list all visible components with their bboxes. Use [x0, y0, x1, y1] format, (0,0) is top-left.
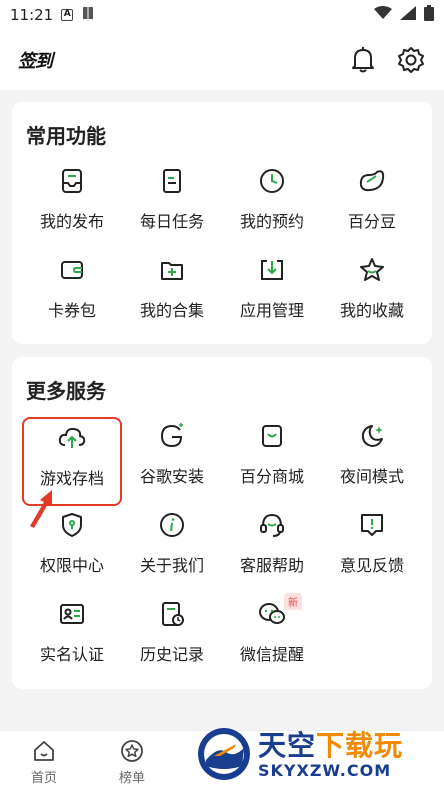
bean-item[interactable]: 百分豆 [322, 162, 422, 251]
app-management-item[interactable]: 应用管理 [222, 251, 322, 340]
info-icon [157, 510, 187, 540]
nav-rank-label: 榜单 [118, 771, 145, 786]
wechat-icon [257, 599, 287, 629]
document-icon [157, 166, 187, 196]
nav-home-label: 首页 [30, 771, 57, 786]
new-badge: 新 [284, 593, 302, 610]
percent-mall-label: 百分商城 [239, 467, 304, 486]
my-favorites-label: 我的收藏 [339, 301, 404, 320]
common-functions-title: 常用功能 [26, 124, 106, 148]
google-install-item[interactable]: 谷歌安装 [122, 417, 222, 506]
nav-rank[interactable]: 榜单 [88, 731, 176, 789]
wifi-icon [374, 6, 392, 24]
customer-service-item[interactable]: 客服帮助 [222, 506, 322, 595]
common-functions-grid: 我的发布 每日任务 我的预约 百分豆 卡券包 我的合集 应用管理 我的收藏 [12, 162, 432, 340]
shopping-bag-icon [257, 421, 287, 451]
feedback-label: 意见反馈 [339, 556, 404, 575]
about-us-item[interactable]: 关于我们 [122, 506, 222, 595]
coupon-wallet-label: 卡券包 [47, 301, 96, 320]
bean-icon [357, 166, 387, 196]
wechat-reminder-label: 微信提醒 [239, 645, 304, 664]
notification-a-icon: A [61, 9, 74, 21]
night-mode-label: 夜间模式 [339, 467, 404, 486]
game-save-label: 游戏存档 [39, 469, 104, 488]
more-services-card: 更多服务 游戏存档 谷歌安装 百分商城 夜间模式 权限中心 关于我们 客服帮助 … [12, 357, 432, 689]
real-name-auth-item[interactable]: 实名认证 [22, 595, 122, 684]
permission-center-label: 权限中心 [39, 556, 104, 575]
watermark-url: SKYXZW.COM [258, 761, 392, 780]
my-favorites-item[interactable]: 我的收藏 [322, 251, 422, 340]
my-collections-label: 我的合集 [139, 301, 204, 320]
gear-icon[interactable] [396, 45, 426, 75]
star-icon [357, 255, 387, 285]
nav-home[interactable]: 首页 [0, 731, 88, 789]
google-icon [157, 421, 187, 451]
night-mode-item[interactable]: 夜间模式 [322, 417, 422, 506]
my-posts-label: 我的发布 [39, 212, 104, 231]
id-card-icon [57, 599, 87, 629]
headset-icon [257, 510, 287, 540]
inbox-icon [57, 166, 87, 196]
watermark-logo-icon [196, 726, 252, 786]
real-name-auth-label: 实名认证 [39, 645, 104, 664]
daily-tasks-item[interactable]: 每日任务 [122, 162, 222, 251]
header: 签到 [0, 30, 444, 90]
cloud-upload-icon [57, 423, 87, 453]
app-management-label: 应用管理 [239, 301, 304, 320]
my-posts-item[interactable]: 我的发布 [22, 162, 122, 251]
bell-icon[interactable] [348, 45, 378, 75]
more-services-grid: 游戏存档 谷歌安装 百分商城 夜间模式 权限中心 关于我们 客服帮助 意见反馈 … [12, 417, 432, 684]
my-reservations-item[interactable]: 我的预约 [222, 162, 322, 251]
history-icon [157, 599, 187, 629]
annotation-arrow [26, 488, 62, 528]
download-box-icon [257, 255, 287, 285]
folder-plus-icon [157, 255, 187, 285]
bean-label: 百分豆 [347, 212, 396, 231]
book-notification-icon [81, 6, 95, 24]
common-functions-card: 常用功能 我的发布 每日任务 我的预约 百分豆 卡券包 我的合集 应用管理 我的… [12, 102, 432, 344]
signal-icon [400, 6, 416, 24]
customer-service-label: 客服帮助 [239, 556, 304, 575]
wechat-reminder-item[interactable]: 新 微信提醒 [222, 593, 322, 684]
more-services-title: 更多服务 [26, 379, 106, 403]
home-icon [32, 739, 56, 763]
history-item[interactable]: 历史记录 [122, 595, 222, 684]
battery-icon [424, 5, 434, 25]
wallet-icon [57, 255, 87, 285]
rank-icon [120, 739, 144, 763]
history-label: 历史记录 [139, 645, 204, 664]
google-install-label: 谷歌安装 [139, 467, 204, 486]
moon-icon [357, 421, 387, 451]
watermark-title: 天空下载玩 [258, 729, 404, 762]
status-bar: 11:21 A [0, 0, 444, 30]
watermark: 天空下载玩 SKYXZW.COM [196, 722, 444, 789]
my-reservations-label: 我的预约 [239, 212, 304, 231]
percent-mall-item[interactable]: 百分商城 [222, 417, 322, 506]
clock-icon [257, 166, 287, 196]
my-collections-item[interactable]: 我的合集 [122, 251, 222, 340]
coupon-wallet-item[interactable]: 卡券包 [22, 251, 122, 340]
feedback-icon [357, 510, 387, 540]
daily-tasks-label: 每日任务 [139, 212, 204, 231]
about-us-label: 关于我们 [139, 556, 204, 575]
feedback-item[interactable]: 意见反馈 [322, 506, 422, 595]
status-time: 11:21 [10, 6, 54, 24]
checkin-button[interactable]: 签到 [18, 47, 53, 73]
